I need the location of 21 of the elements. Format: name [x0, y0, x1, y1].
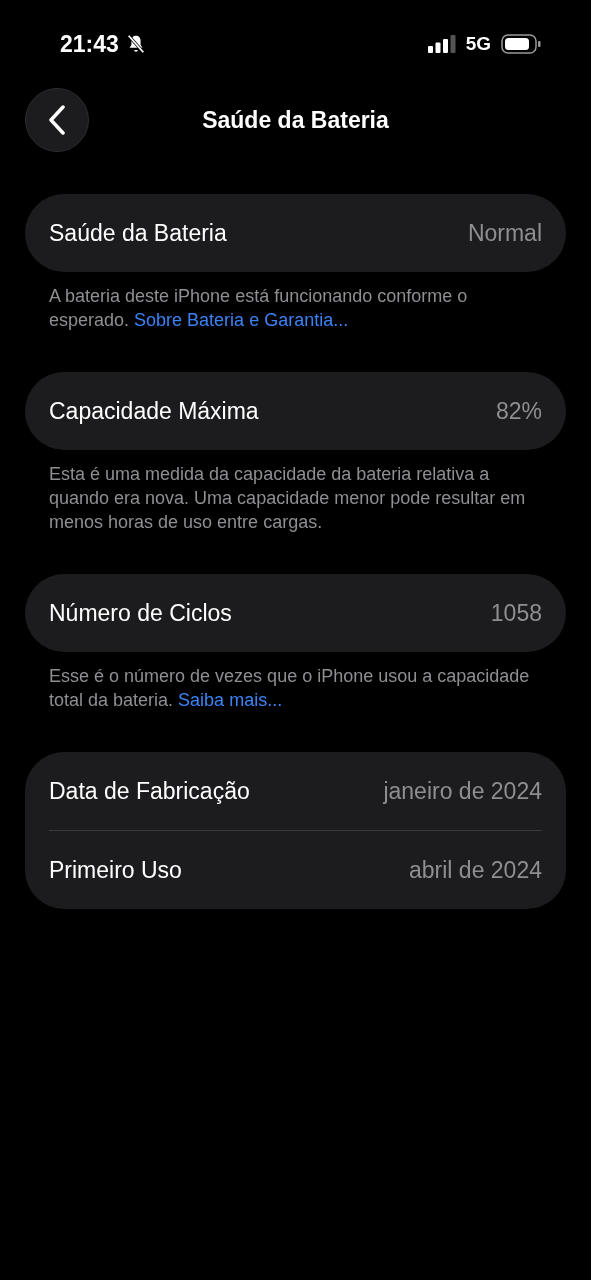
status-time: 21:43: [60, 30, 119, 58]
footer-note: Esse é o número de vezes que o iPhone usou a capacidade total da bateria. Saiba mais...: [49, 665, 531, 712]
row-label: Capacidade Máxima: [49, 397, 259, 425]
info-link[interactable]: Saiba mais...: [178, 690, 283, 710]
row-label: Primeiro Uso: [49, 856, 182, 884]
row-value: abril de 2024: [409, 856, 542, 884]
page-title: Saúde da Bateria: [202, 106, 389, 134]
footer-note: A bateria deste iPhone está funcionando conforme o esperado. Sobre Bateria e Garantia...: [49, 285, 469, 332]
network-type: 5G: [465, 33, 491, 55]
row-label: Saúde da Bateria: [49, 219, 227, 247]
row-value: 1058: [490, 599, 542, 627]
battery-icon: [501, 34, 541, 54]
footer-note: Esta é uma medida da capacidade da bateria relativa a quando era nova. Uma capacidade menor pode resultar em menos horas de uso entre cargas.: [49, 463, 527, 534]
chevron-left-icon: [48, 105, 66, 135]
row-value: Normal: [467, 219, 542, 247]
row-label: Número de Ciclos: [49, 599, 232, 627]
info-link[interactable]: Sobre Bateria e Garantia...: [134, 310, 349, 330]
row-value: 82%: [495, 397, 542, 425]
row-value: janeiro de 2024: [383, 777, 542, 805]
row-label: Data de Fabricação: [49, 777, 250, 805]
signal-icon: [427, 35, 456, 53]
